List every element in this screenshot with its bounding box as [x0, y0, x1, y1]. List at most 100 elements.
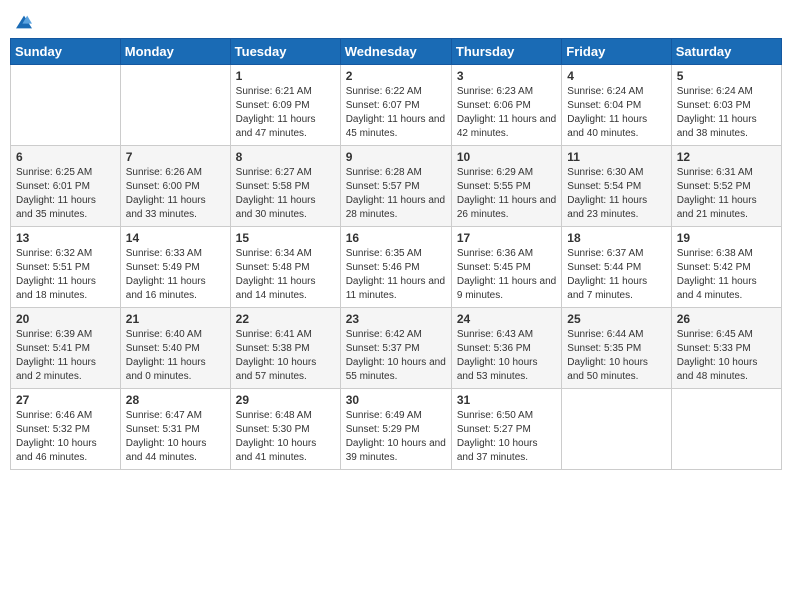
calendar-cell: 8 Sunrise: 6:27 AM Sunset: 5:58 PM Daylig… — [230, 146, 340, 227]
column-header-monday: Monday — [120, 39, 230, 65]
day-number: 2 — [346, 69, 446, 83]
cell-content: Sunrise: 6:24 AM Sunset: 6:04 PM Dayligh… — [567, 85, 665, 141]
calendar-cell: 14 Sunrise: 6:33 AM Sunset: 5:49 PM Dayli… — [120, 227, 230, 308]
cell-content: Sunrise: 6:50 AM Sunset: 5:27 PM Dayligh… — [457, 409, 556, 465]
calendar-cell: 29 Sunrise: 6:48 AM Sunset: 5:30 PM Dayli… — [230, 389, 340, 470]
day-number: 12 — [677, 150, 776, 164]
cell-content: Sunrise: 6:35 AM Sunset: 5:46 PM Dayligh… — [346, 247, 446, 303]
calendar-cell: 30 Sunrise: 6:49 AM Sunset: 5:29 PM Dayli… — [340, 389, 451, 470]
calendar-cell: 20Sunrise: 6:39 AM Sunset: 5:41 PM Dayli… — [11, 308, 121, 389]
calendar-week-row: 13 Sunrise: 6:32 AM Sunset: 5:51 PM Dayli… — [11, 227, 782, 308]
day-number: 29 — [236, 393, 335, 407]
day-number: 9 — [346, 150, 446, 164]
day-number: 28 — [126, 393, 225, 407]
calendar-cell: 10 Sunrise: 6:29 AM Sunset: 5:55 PM Dayli… — [451, 146, 561, 227]
cell-content: Sunrise: 6:36 AM Sunset: 5:45 PM Dayligh… — [457, 247, 556, 303]
column-header-tuesday: Tuesday — [230, 39, 340, 65]
day-number: 10 — [457, 150, 556, 164]
calendar-cell: 31 Sunrise: 6:50 AM Sunset: 5:27 PM Dayli… — [451, 389, 561, 470]
calendar-cell: 24 Sunrise: 6:43 AM Sunset: 5:36 PM Dayli… — [451, 308, 561, 389]
page-header — [10, 10, 782, 30]
calendar-cell: 13 Sunrise: 6:32 AM Sunset: 5:51 PM Dayli… — [11, 227, 121, 308]
day-number: 15 — [236, 231, 335, 245]
calendar-cell: 5 Sunrise: 6:24 AM Sunset: 6:03 PM Daylig… — [671, 65, 781, 146]
cell-content: Sunrise: 6:26 AM Sunset: 6:00 PM Dayligh… — [126, 166, 225, 222]
cell-content: Sunrise: 6:24 AM Sunset: 6:03 PM Dayligh… — [677, 85, 776, 141]
day-number: 19 — [677, 231, 776, 245]
calendar-cell: 26 Sunrise: 6:45 AM Sunset: 5:33 PM Dayli… — [671, 308, 781, 389]
cell-content: Sunrise: 6:44 AM Sunset: 5:35 PM Dayligh… — [567, 328, 665, 384]
cell-content: Sunrise: 6:31 AM Sunset: 5:52 PM Dayligh… — [677, 166, 776, 222]
cell-content: Sunrise: 6:39 AM Sunset: 5:41 PM Dayligh… — [16, 328, 115, 384]
cell-content: Sunrise: 6:45 AM Sunset: 5:33 PM Dayligh… — [677, 328, 776, 384]
day-number: 14 — [126, 231, 225, 245]
calendar-cell — [120, 65, 230, 146]
calendar-week-row: 6 Sunrise: 6:25 AM Sunset: 6:01 PM Daylig… — [11, 146, 782, 227]
cell-content: Sunrise: 6:32 AM Sunset: 5:51 PM Dayligh… — [16, 247, 115, 303]
calendar-cell: 28 Sunrise: 6:47 AM Sunset: 5:31 PM Dayli… — [120, 389, 230, 470]
column-header-wednesday: Wednesday — [340, 39, 451, 65]
cell-content: Sunrise: 6:37 AM Sunset: 5:44 PM Dayligh… — [567, 247, 665, 303]
calendar-cell: 2 Sunrise: 6:22 AM Sunset: 6:07 PM Daylig… — [340, 65, 451, 146]
calendar-cell: 1Sunrise: 6:21 AM Sunset: 6:09 PM Daylig… — [230, 65, 340, 146]
day-number: 18 — [567, 231, 665, 245]
cell-content: Sunrise: 6:21 AM Sunset: 6:09 PM Dayligh… — [236, 85, 335, 141]
day-number: 23 — [346, 312, 446, 326]
column-header-friday: Friday — [562, 39, 671, 65]
calendar-cell: 21Sunrise: 6:40 AM Sunset: 5:40 PM Dayli… — [120, 308, 230, 389]
day-number: 21 — [126, 312, 225, 326]
column-header-thursday: Thursday — [451, 39, 561, 65]
day-number: 6 — [16, 150, 115, 164]
day-number: 24 — [457, 312, 556, 326]
cell-content: Sunrise: 6:49 AM Sunset: 5:29 PM Dayligh… — [346, 409, 446, 465]
calendar-cell: 11Sunrise: 6:30 AM Sunset: 5:54 PM Dayli… — [562, 146, 671, 227]
calendar-cell: 25Sunrise: 6:44 AM Sunset: 5:35 PM Dayli… — [562, 308, 671, 389]
calendar-week-row: 20Sunrise: 6:39 AM Sunset: 5:41 PM Dayli… — [11, 308, 782, 389]
day-number: 16 — [346, 231, 446, 245]
day-number: 26 — [677, 312, 776, 326]
cell-content: Sunrise: 6:33 AM Sunset: 5:49 PM Dayligh… — [126, 247, 225, 303]
cell-content: Sunrise: 6:25 AM Sunset: 6:01 PM Dayligh… — [16, 166, 115, 222]
calendar-cell: 7 Sunrise: 6:26 AM Sunset: 6:00 PM Daylig… — [120, 146, 230, 227]
logo-icon — [16, 14, 32, 30]
cell-content: Sunrise: 6:28 AM Sunset: 5:57 PM Dayligh… — [346, 166, 446, 222]
cell-content: Sunrise: 6:48 AM Sunset: 5:30 PM Dayligh… — [236, 409, 335, 465]
calendar-header-row: SundayMondayTuesdayWednesdayThursdayFrid… — [11, 39, 782, 65]
logo — [14, 10, 32, 30]
day-number: 8 — [236, 150, 335, 164]
cell-content: Sunrise: 6:42 AM Sunset: 5:37 PM Dayligh… — [346, 328, 446, 384]
cell-content: Sunrise: 6:22 AM Sunset: 6:07 PM Dayligh… — [346, 85, 446, 141]
column-header-saturday: Saturday — [671, 39, 781, 65]
day-number: 3 — [457, 69, 556, 83]
cell-content: Sunrise: 6:46 AM Sunset: 5:32 PM Dayligh… — [16, 409, 115, 465]
calendar-cell — [11, 65, 121, 146]
calendar-cell: 23 Sunrise: 6:42 AM Sunset: 5:37 PM Dayli… — [340, 308, 451, 389]
calendar-cell: 4 Sunrise: 6:24 AM Sunset: 6:04 PM Daylig… — [562, 65, 671, 146]
day-number: 4 — [567, 69, 665, 83]
calendar-cell: 6 Sunrise: 6:25 AM Sunset: 6:01 PM Daylig… — [11, 146, 121, 227]
cell-content: Sunrise: 6:29 AM Sunset: 5:55 PM Dayligh… — [457, 166, 556, 222]
day-number: 7 — [126, 150, 225, 164]
calendar-week-row: 27Sunrise: 6:46 AM Sunset: 5:32 PM Dayli… — [11, 389, 782, 470]
calendar-cell: 27Sunrise: 6:46 AM Sunset: 5:32 PM Dayli… — [11, 389, 121, 470]
cell-content: Sunrise: 6:38 AM Sunset: 5:42 PM Dayligh… — [677, 247, 776, 303]
cell-content: Sunrise: 6:43 AM Sunset: 5:36 PM Dayligh… — [457, 328, 556, 384]
calendar-cell: 17 Sunrise: 6:36 AM Sunset: 5:45 PM Dayli… — [451, 227, 561, 308]
calendar-cell: 18 Sunrise: 6:37 AM Sunset: 5:44 PM Dayli… — [562, 227, 671, 308]
day-number: 22 — [236, 312, 335, 326]
calendar-cell — [562, 389, 671, 470]
cell-content: Sunrise: 6:23 AM Sunset: 6:06 PM Dayligh… — [457, 85, 556, 141]
day-number: 31 — [457, 393, 556, 407]
cell-content: Sunrise: 6:27 AM Sunset: 5:58 PM Dayligh… — [236, 166, 335, 222]
cell-content: Sunrise: 6:47 AM Sunset: 5:31 PM Dayligh… — [126, 409, 225, 465]
calendar-cell: 19 Sunrise: 6:38 AM Sunset: 5:42 PM Dayli… — [671, 227, 781, 308]
day-number: 30 — [346, 393, 446, 407]
cell-content: Sunrise: 6:30 AM Sunset: 5:54 PM Dayligh… — [567, 166, 665, 222]
day-number: 5 — [677, 69, 776, 83]
day-number: 17 — [457, 231, 556, 245]
calendar-cell: 9 Sunrise: 6:28 AM Sunset: 5:57 PM Daylig… — [340, 146, 451, 227]
calendar-cell: 15Sunrise: 6:34 AM Sunset: 5:48 PM Dayli… — [230, 227, 340, 308]
column-header-sunday: Sunday — [11, 39, 121, 65]
day-number: 13 — [16, 231, 115, 245]
calendar-cell: 16 Sunrise: 6:35 AM Sunset: 5:46 PM Dayli… — [340, 227, 451, 308]
